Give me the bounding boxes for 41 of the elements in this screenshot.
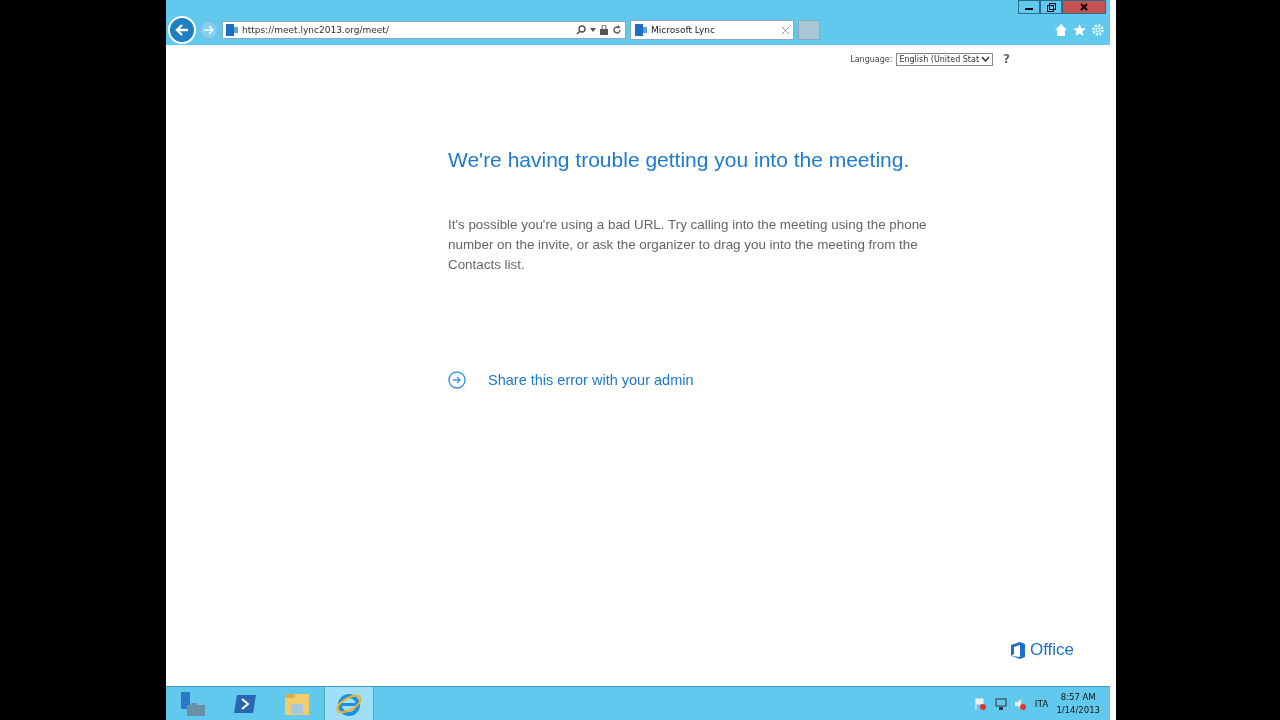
flag-icon[interactable] [974,697,987,710]
restore-icon [1046,2,1056,12]
arrow-circle-icon[interactable] [448,371,466,389]
error-heading: We're having trouble getting you into the meeting. [448,147,911,173]
folder-icon [283,691,311,716]
restore-button[interactable] [1040,0,1062,14]
input-language-indicator[interactable]: ITA [1034,698,1049,709]
language-label: Language: [850,54,893,64]
share-error-link[interactable]: Share this error with your admin [488,372,694,388]
settings-icon[interactable] [1092,24,1104,36]
back-arrow-icon [175,24,189,36]
close-button[interactable] [1062,0,1106,14]
site-logo-icon [226,24,238,36]
forward-arrow-icon [204,26,214,34]
dropdown-caret-icon[interactable] [590,28,596,32]
office-logo-icon [1009,640,1026,660]
office-logo-text: Office [1029,640,1074,660]
forward-button[interactable] [200,21,218,39]
error-message: It's possible you're using a bad URL. Try calling into the meeting using the phone number on the invite, or ask the organizer to drag you into the meeting from the Contacts list. [448,216,928,274]
server-icon [179,690,207,717]
url-text: https://meet.lync2013.org/meet/ [242,25,390,35]
language-dropdown[interactable]: English (United Stat [896,52,994,66]
lock-icon [600,25,608,35]
minimize-button[interactable] [1018,0,1040,14]
star-icon[interactable] [1073,24,1086,36]
search-icon[interactable] [576,25,586,35]
refresh-icon[interactable] [612,25,622,35]
clock[interactable]: 8:57 AM 1/14/2013 [1056,690,1100,717]
terminal-icon [233,693,257,714]
help-link[interactable]: ? [1003,52,1010,66]
home-icon[interactable] [1055,24,1067,36]
site-logo-icon [635,24,647,36]
browser-tab[interactable]: Microsoft Lync [630,20,794,40]
chevron-down-icon [981,56,991,62]
network-icon[interactable] [994,697,1007,710]
speaker-muted-icon[interactable] [1014,697,1027,710]
taskbar-app-button[interactable] [324,687,374,720]
address-bar[interactable]: https://meet.lync2013.org/meet/ [222,21,626,39]
close-tab-icon[interactable] [782,26,789,34]
close-icon [1080,3,1088,11]
back-button[interactable] [168,16,196,44]
